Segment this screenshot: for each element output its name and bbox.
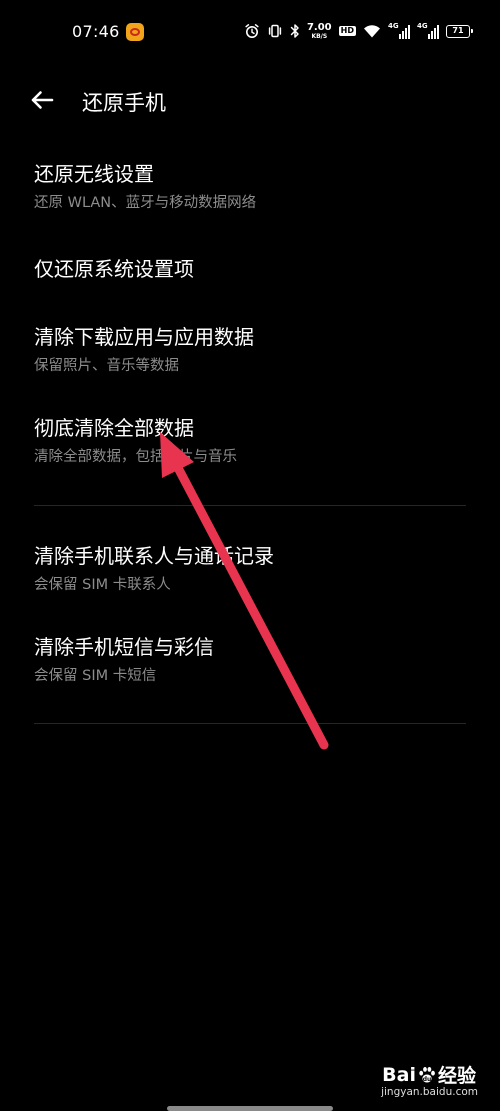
status-time: 07:46 [72, 22, 120, 41]
back-arrow-icon [31, 91, 54, 109]
list-item-subtitle: 会保留 SIM 卡短信 [34, 668, 157, 684]
list-item-subtitle: 还原 WLAN、蓝牙与移动数据网络 [34, 195, 257, 211]
section-divider [34, 505, 466, 506]
baidu-jingyan-watermark: Bai du 经验 jingyan.baidu.com [358, 1061, 478, 1101]
sim2-signal-icon: 4G [417, 23, 439, 39]
svg-text:du: du [423, 1076, 432, 1083]
clear-sms-mms-item[interactable]: 清除手机短信与彩信 会保留 SIM 卡短信 [34, 634, 474, 686]
watermark-brand-left: Bai [382, 1063, 416, 1086]
list-item-subtitle: 清除全部数据，包括照片与音乐 [34, 449, 237, 465]
alarm-icon [244, 23, 260, 39]
vibrate-icon [267, 23, 283, 39]
list-item-title: 清除手机短信与彩信 [34, 635, 214, 659]
page-header: 还原手机 [0, 78, 500, 122]
watermark-url: jingyan.baidu.com [381, 1086, 478, 1098]
battery-level: 71 [452, 26, 464, 35]
list-item-title: 清除手机联系人与通话记录 [34, 544, 274, 568]
list-item-title: 还原无线设置 [34, 162, 154, 186]
gesture-navigation-bar[interactable] [167, 1106, 333, 1111]
clear-downloaded-apps-item[interactable]: 清除下载应用与应用数据 保留照片、音乐等数据 [34, 324, 474, 376]
reset-system-settings-item[interactable]: 仅还原系统设置项 [34, 256, 474, 282]
app-notification-icon [126, 23, 144, 41]
erase-all-data-item[interactable]: 彻底清除全部数据 清除全部数据，包括照片与音乐 [34, 415, 474, 467]
wifi-icon [363, 23, 381, 39]
list-item-subtitle: 会保留 SIM 卡联系人 [34, 577, 171, 593]
back-button[interactable] [28, 86, 56, 114]
network-speed-value: 7.00 [306, 21, 332, 33]
watermark-brand-right: 经验 [437, 1065, 476, 1087]
watermark-brand: Bai du 经验 [382, 1061, 476, 1088]
reset-wireless-settings-item[interactable]: 还原无线设置 还原 WLAN、蓝牙与移动数据网络 [34, 161, 474, 213]
network-speed: 7.00 KB/S [306, 21, 332, 40]
list-item-title: 清除下载应用与应用数据 [34, 325, 254, 349]
sim2-network-type: 4G [417, 22, 428, 30]
list-item-title: 彻底清除全部数据 [34, 416, 194, 440]
network-speed-unit: KB/S [311, 32, 328, 40]
status-bar: 07:46 7.00 KB/S HD 4G 4G 71 [0, 0, 500, 64]
sim1-signal-icon: 4G [388, 23, 410, 39]
clear-contacts-call-log-item[interactable]: 清除手机联系人与通话记录 会保留 SIM 卡联系人 [34, 543, 474, 595]
paw-logo-icon: du [419, 1066, 435, 1083]
list-item-title: 仅还原系统设置项 [34, 257, 194, 281]
sim1-network-type: 4G [388, 22, 399, 30]
hd-badge: HD [338, 26, 356, 36]
list-item-subtitle: 保留照片、音乐等数据 [34, 358, 179, 374]
battery-icon: 71 [446, 24, 473, 38]
bluetooth-icon [290, 23, 300, 39]
section-divider [34, 723, 466, 724]
page-title: 还原手机 [82, 91, 166, 115]
status-icons: 7.00 KB/S HD 4G 4G 71 [244, 18, 473, 44]
